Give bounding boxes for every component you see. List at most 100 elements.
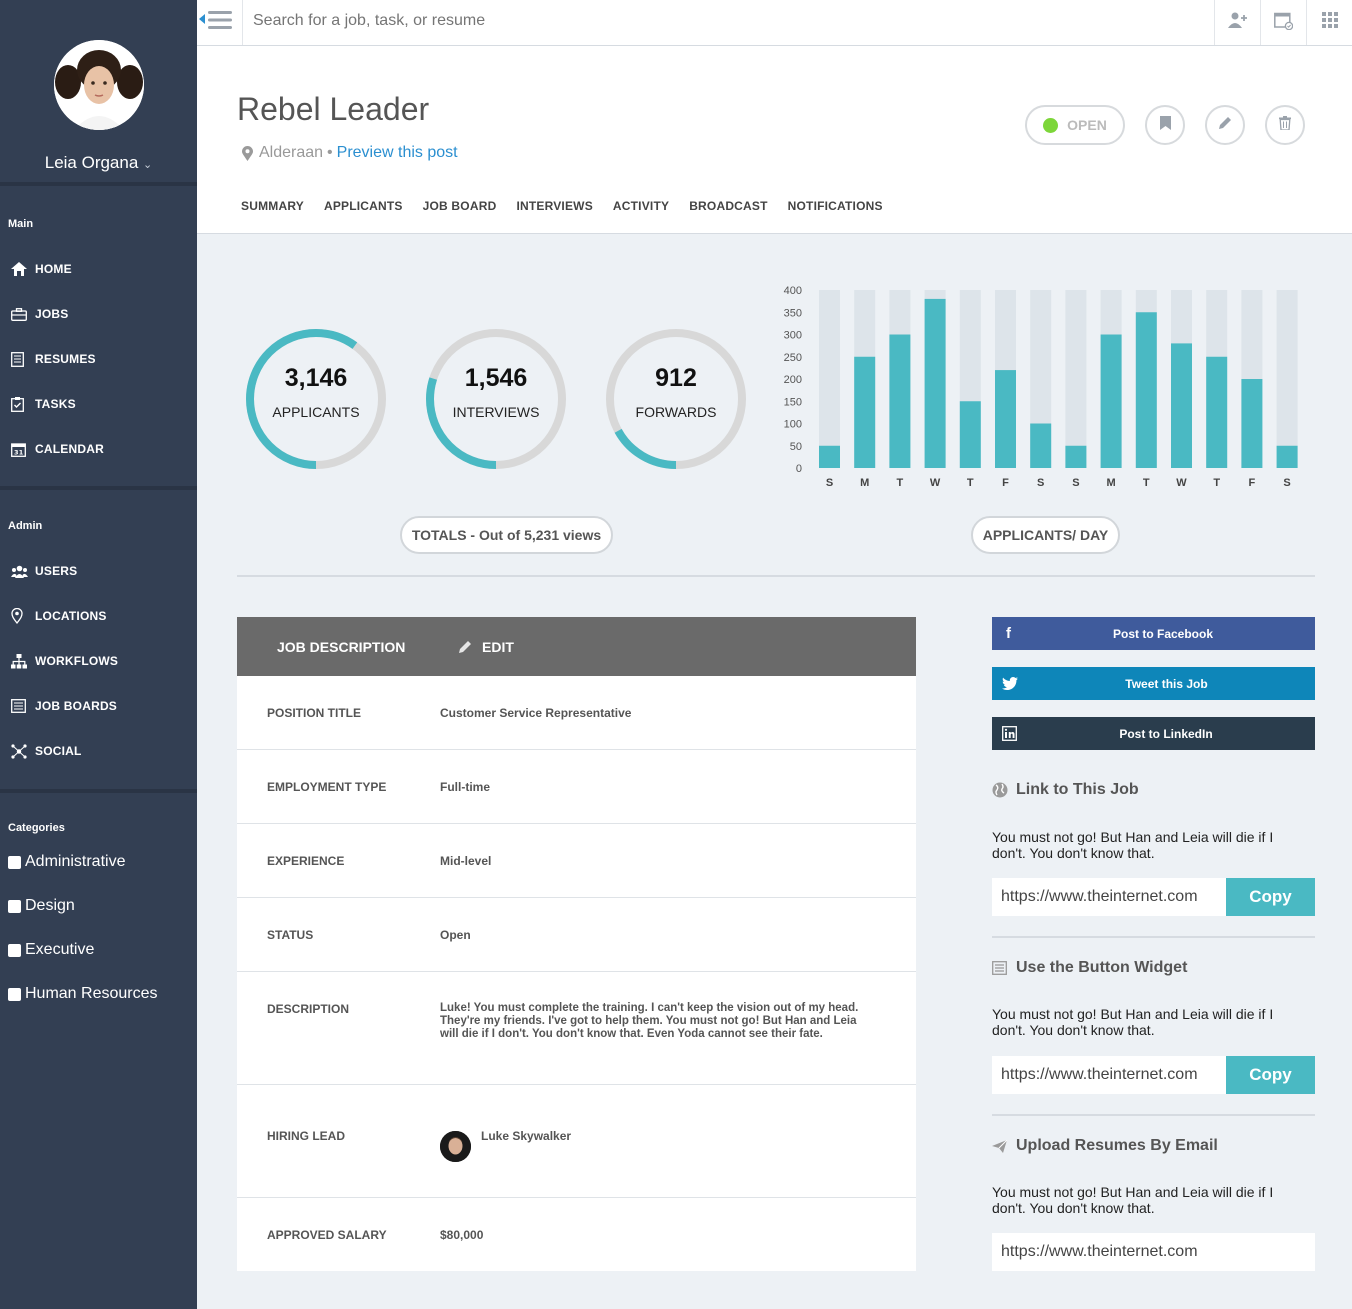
bar[interactable] <box>1241 379 1263 468</box>
bar[interactable] <box>1135 312 1157 468</box>
row-key: APPROVED SALARY <box>267 1227 387 1242</box>
bar[interactable] <box>1276 445 1298 468</box>
job-link-field[interactable]: https://www.theinternet.com <box>992 878 1226 916</box>
delete-button[interactable] <box>1265 105 1305 145</box>
preview-post-link[interactable]: Preview this post <box>337 144 458 162</box>
nav-label: JOBS <box>35 307 69 321</box>
calendar-icon: 31 <box>11 442 35 457</box>
users-icon <box>11 565 35 578</box>
bar[interactable] <box>995 370 1016 468</box>
table-row: EXPERIENCE Mid-level <box>237 824 916 898</box>
edit-description-button[interactable]: EDIT <box>458 639 514 655</box>
menu-toggle-button[interactable] <box>197 0 243 45</box>
twitter-label: Tweet this Job <box>1125 676 1208 691</box>
applicants-per-day-chart: 0 50 100 150 200 250 300 350 400 S M T W T F S S M T W T F S <box>784 285 1298 489</box>
interviews-stat: 1,546 INTERVIEWS <box>423 326 569 472</box>
network-icon <box>11 743 35 759</box>
nav-item-workflows[interactable]: WORKFLOWS <box>0 641 197 681</box>
bar[interactable] <box>924 298 946 468</box>
checkbox[interactable] <box>8 987 21 1001</box>
trash-icon <box>1279 115 1291 135</box>
bar[interactable] <box>959 401 981 468</box>
chart-label: APPLICANTS/ DAY <box>971 516 1120 554</box>
tab-broadcast[interactable]: BROADCAST <box>689 199 767 213</box>
y-tick-label: 150 <box>784 396 802 408</box>
bar[interactable] <box>819 445 840 468</box>
copy-widget-button[interactable]: Copy <box>1226 1056 1315 1094</box>
interviews-ring <box>426 329 566 469</box>
tab-notifications[interactable]: NOTIFICATIONS <box>788 199 883 213</box>
nav-item-jobs[interactable]: JOBS <box>0 294 197 334</box>
category-executive[interactable]: Executive <box>8 941 94 959</box>
table-row: STATUS Open <box>237 898 916 972</box>
email-link-field[interactable]: https://www.theinternet.com <box>992 1233 1315 1271</box>
bar[interactable] <box>1065 445 1087 468</box>
bookmark-button[interactable] <box>1145 105 1185 145</box>
nav-label: TASKS <box>35 397 76 411</box>
category-design[interactable]: Design <box>8 897 75 915</box>
nav-item-tasks[interactable]: TASKS <box>0 384 197 424</box>
calendar-button[interactable] <box>1260 0 1306 45</box>
bookmark-icon <box>1159 115 1171 135</box>
tab-applicants[interactable]: APPLICANTS <box>324 199 403 213</box>
newspaper-icon <box>11 699 35 713</box>
checkbox[interactable] <box>8 855 21 869</box>
status-toggle[interactable]: OPEN <box>1025 105 1125 145</box>
edit-button[interactable] <box>1205 105 1245 145</box>
checkbox[interactable] <box>8 943 21 957</box>
bar-track <box>819 290 840 468</box>
user-name: Leia Organa <box>44 153 139 172</box>
widget-link-field[interactable]: https://www.theinternet.com <box>992 1056 1226 1094</box>
briefcase-icon <box>11 307 35 321</box>
bar[interactable] <box>854 356 876 468</box>
bar[interactable] <box>1100 334 1122 469</box>
nav-item-users[interactable]: USERS <box>0 551 197 591</box>
bar[interactable] <box>1171 343 1192 468</box>
user-avatar[interactable] <box>53 40 144 130</box>
nav-label: USERS <box>35 564 78 578</box>
tab-interviews[interactable]: INTERVIEWS <box>516 199 592 213</box>
nav-label: WORKFLOWS <box>35 654 119 668</box>
table-row: DESCRIPTION Luke! You must complete the … <box>237 972 916 1085</box>
nav-item-home[interactable]: HOME <box>0 249 197 289</box>
add-user-button[interactable] <box>1214 0 1260 45</box>
tweet-job-button[interactable]: Tweet this Job <box>992 667 1315 700</box>
hiring-lead-name[interactable]: Luke Skywalker <box>481 1129 571 1143</box>
x-tick-label: W <box>930 477 941 489</box>
apps-grid-button[interactable] <box>1306 0 1352 45</box>
row-value: Mid-level <box>440 853 492 868</box>
applicants-count: 3,146 <box>284 364 348 392</box>
search-input[interactable] <box>253 12 853 30</box>
category-human-resources[interactable]: Human Resources <box>8 985 158 1003</box>
nav-item-calendar[interactable]: 31 CALENDAR <box>0 429 197 469</box>
nav-label: JOB BOARDS <box>35 699 118 713</box>
checkbox[interactable] <box>8 899 21 913</box>
nav-item-social[interactable]: SOCIAL <box>0 731 197 771</box>
x-tick-label: F <box>1249 477 1256 489</box>
copy-link-button[interactable]: Copy <box>1226 878 1315 916</box>
row-value: Customer Service Representative <box>440 705 632 720</box>
post-linkedin-button[interactable]: Post to LinkedIn <box>992 717 1315 750</box>
tab-summary[interactable]: SUMMARY <box>241 199 304 213</box>
bar[interactable] <box>889 334 911 469</box>
x-tick-label: S <box>1072 477 1079 489</box>
nav-item-resumes[interactable]: RESUMES <box>0 339 197 379</box>
tab-job-board[interactable]: JOB BOARD <box>423 199 497 213</box>
nav-label: LOCATIONS <box>35 609 107 623</box>
nav-item-job-boards[interactable]: JOB BOARDS <box>0 686 197 726</box>
post-facebook-button[interactable]: f Post to Facebook <box>992 617 1315 650</box>
table-row: APPROVED SALARY $80,000 <box>237 1198 916 1271</box>
widget-description: You must not go! But Han and Leia will d… <box>992 1006 1274 1038</box>
nav-item-locations[interactable]: LOCATIONS <box>0 596 197 636</box>
section-label-categories: Categories <box>8 822 65 834</box>
category-administrative[interactable]: Administrative <box>8 853 125 871</box>
user-menu[interactable]: Leia Organa ⌄ <box>0 153 197 173</box>
bar[interactable] <box>1206 356 1228 468</box>
tab-activity[interactable]: ACTIVITY <box>613 199 669 213</box>
job-tabs: SUMMARY APPLICANTS JOB BOARD INTERVIEWS … <box>241 199 903 213</box>
paper-plane-icon <box>992 1139 1016 1153</box>
y-tick-label: 100 <box>784 419 802 431</box>
applicants-ring <box>246 329 386 469</box>
bar[interactable] <box>1030 423 1052 469</box>
pencil-icon <box>458 640 472 654</box>
